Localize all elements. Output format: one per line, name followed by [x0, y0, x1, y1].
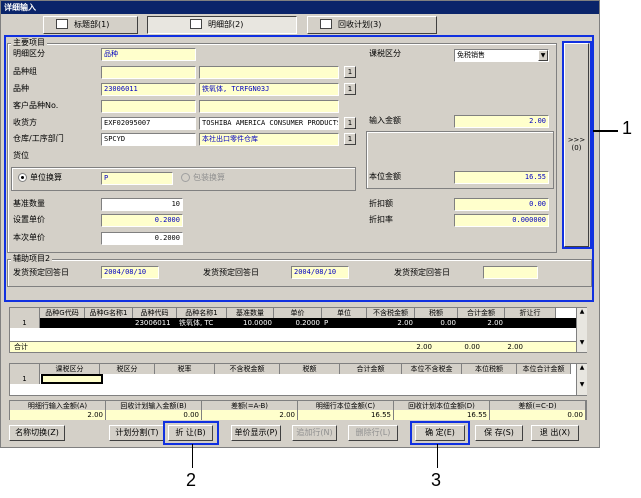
grid1-header: 不含税金额 — [367, 308, 415, 318]
grid2-header: 课税区分 — [40, 364, 100, 374]
tax-grid: 1 ▲ ▼ 课税区分 税区分 税率 不含税金额 税额 合计金额 本位不含税金 本位税额 本位合计金… — [9, 363, 587, 396]
total-cell: 2.00 — [416, 343, 432, 351]
total-cell: 0.00 — [464, 343, 480, 351]
tab-header[interactable]: 标题部(1) — [43, 16, 138, 34]
highlight-discount — [163, 421, 219, 445]
summary-value: 0.00 — [106, 410, 202, 420]
grid2-header: 本位税额 — [462, 364, 517, 374]
tab-detail[interactable]: 明细部(2) — [147, 16, 297, 34]
grid1-header: 品种G代码 — [40, 308, 85, 318]
grid2-header: 税额 — [280, 364, 340, 374]
total-cell: 2.00 — [507, 343, 523, 351]
grid1-header: 折让行 — [505, 308, 556, 318]
document-icon — [56, 19, 68, 29]
callout-1: 1 — [622, 118, 633, 138]
grid1-header — [10, 308, 40, 318]
table-cell — [40, 318, 85, 328]
grid1-header: 品种代码 — [133, 308, 177, 318]
grid1-total-row: 合计 2.00 0.00 2.00 — [10, 341, 576, 352]
callout-2: 2 — [186, 470, 197, 490]
grid1-header: 单价 — [274, 308, 322, 318]
table-cell: 10.0000 — [243, 319, 272, 327]
detail-input-window: 详细输入 标题部(1) 明细部(2) 回收计划(3) 主要项目 明细区分 品种 … — [0, 0, 600, 448]
callout-1-line — [593, 130, 618, 132]
grid1-header: 品种名称1 — [177, 308, 227, 318]
grid2-header: 本位不含税金 — [402, 364, 462, 374]
name-switch-button[interactable]: 名称切换(Z) — [9, 425, 65, 441]
grid2-header: 不含税金额 — [215, 364, 280, 374]
detail-grid: 1 23006011 铁氧体, TC 10.0000 0.2000 P 2.00 0.00 2… — [9, 307, 587, 353]
tab-plan-label: 回收计划(3) — [338, 20, 382, 29]
callout-3-line — [437, 444, 438, 468]
table-cell: 2.00 — [487, 319, 503, 327]
summary-value: 2.00 — [10, 410, 106, 420]
table-cell: 0.00 — [440, 319, 456, 327]
table-cell: 2.00 — [397, 319, 413, 327]
table-cell: P — [324, 319, 329, 327]
summary-value: 16.55 — [298, 410, 394, 420]
tab-detail-label: 明细部(2) — [208, 20, 244, 29]
highlight-confirm — [410, 421, 470, 445]
total-label: 合计 — [14, 343, 28, 351]
document-icon — [320, 19, 332, 29]
tab-header-label: 标题部(1) — [74, 20, 110, 29]
save-button[interactable]: 保 存(S) — [475, 425, 523, 441]
document-icon — [190, 19, 202, 29]
grid2-row-number: 1 — [10, 374, 40, 384]
add-row-button[interactable]: 追加行(N) — [292, 425, 337, 441]
grid1-header: 税额 — [415, 308, 458, 318]
grid2-header — [10, 364, 40, 374]
summary-value: 2.00 — [202, 410, 298, 420]
callout-2-line — [192, 444, 193, 468]
table-row[interactable]: 23006011 铁氧体, TC 10.0000 0.2000 P 2.00 0.00 2.0… — [40, 318, 576, 328]
table-cell: 0.2000 — [295, 319, 321, 327]
plan-split-button[interactable]: 计划分割(T) — [109, 425, 165, 441]
tab-collection-plan[interactable]: 回收计划(3) — [307, 16, 437, 34]
callout-3: 3 — [431, 470, 442, 490]
exit-button[interactable]: 退 出(X) — [531, 425, 579, 441]
tax-type-cell[interactable] — [41, 374, 103, 384]
grid1-header: 基准数量 — [227, 308, 274, 318]
grid2-header: 税区分 — [100, 364, 155, 374]
delete-row-button[interactable]: 删除行(L) — [348, 425, 398, 441]
summary-value: 0.00 — [490, 410, 586, 420]
window-title: 详细输入 — [1, 1, 599, 14]
grid2-header: 合计金额 — [340, 364, 402, 374]
grid1-row-number: 1 — [10, 318, 40, 328]
grid1-header: 单位 — [322, 308, 367, 318]
grid1-scrollbar[interactable]: ▲ ▼ — [576, 308, 587, 352]
highlight-side-button — [562, 41, 592, 249]
table-cell: 铁氧体, TC — [179, 319, 214, 327]
grid2-header: 本位合计金额 — [517, 364, 571, 374]
grid1-header: 品种G名称1 — [85, 308, 133, 318]
grid2-scrollbar[interactable]: ▲ ▼ — [576, 364, 587, 395]
summary-value: 16.55 — [394, 410, 490, 420]
table-cell: 23006011 — [135, 319, 171, 327]
table-cell — [505, 318, 556, 328]
grid1-header: 合计金额 — [458, 308, 505, 318]
grid2-header: 税率 — [155, 364, 215, 374]
highlight-detail-area — [4, 35, 594, 302]
table-cell — [85, 318, 133, 328]
summary-grid: 明细行输入金额(A) 2.00 回收计划输入金额(B) 0.00 差额(=A-B) 2.0… — [9, 400, 587, 420]
price-display-button[interactable]: 单价显示(P) — [231, 425, 281, 441]
